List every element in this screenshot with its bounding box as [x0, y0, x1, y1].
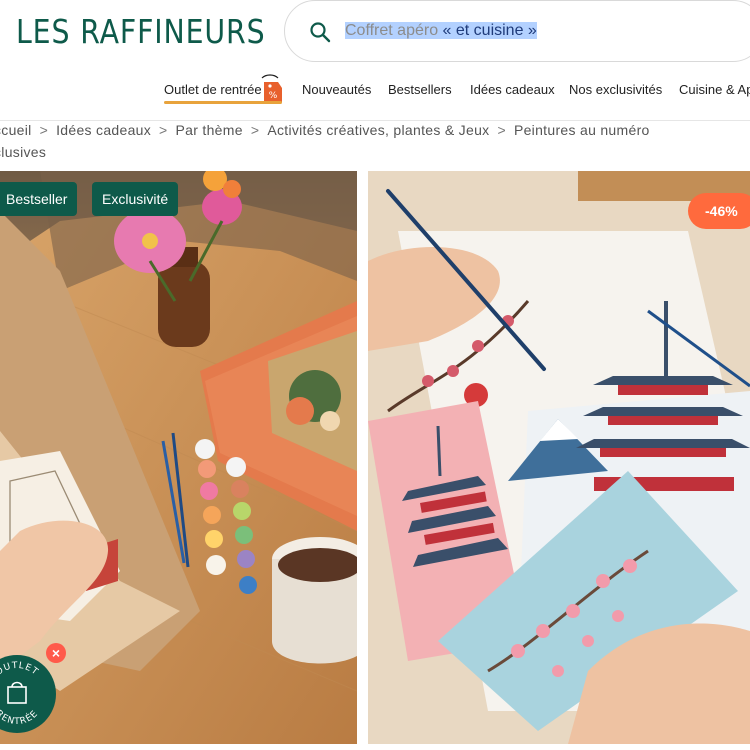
- breadcrumb-separator: >: [159, 122, 168, 138]
- nav-divider: [0, 120, 750, 121]
- discount-badge: -46%: [688, 193, 750, 229]
- svg-text:RENTRÉE: RENTRÉE: [0, 709, 41, 727]
- breadcrumb-item-par-theme[interactable]: Par thème: [176, 122, 243, 138]
- breadcrumb-separator: >: [250, 122, 260, 138]
- svg-text:OUTLET: OUTLET: [0, 661, 40, 678]
- nav-item-cuisine[interactable]: Cuisine & Ap: [679, 82, 750, 97]
- badge-exclusivite: Exclusivité: [92, 182, 179, 216]
- outlet-badge-top-text: OUTLET: [0, 661, 39, 678]
- svg-text:%: %: [269, 91, 278, 101]
- nav-active-underline: [164, 101, 282, 104]
- price-tag-icon: %: [261, 74, 282, 102]
- logo[interactable]: LES RAFFINEURS: [16, 12, 265, 51]
- close-icon[interactable]: ×: [46, 643, 66, 663]
- nav-item-idees-cadeaux[interactable]: Idées cadeaux: [470, 82, 555, 97]
- breadcrumb-item-exclusives[interactable]: clusives: [0, 144, 46, 160]
- breadcrumb-item-accueil[interactable]: ccueil: [0, 122, 32, 138]
- outlet-badge-bottom-text: RENTRÉE: [0, 709, 40, 727]
- search-icon[interactable]: [309, 21, 331, 43]
- breadcrumb-item-peintures[interactable]: Peintures au numéro: [514, 122, 650, 138]
- search-placeholder-text: Coffret apéro: [345, 22, 439, 39]
- search-typed-text: « et cuisine »: [438, 22, 537, 39]
- product-image-painting[interactable]: [368, 171, 750, 744]
- nav-item-bestsellers[interactable]: Bestsellers: [388, 82, 452, 97]
- product-photo-painting: [368, 171, 750, 744]
- nav-item-nouveautes[interactable]: Nouveautés: [302, 82, 371, 97]
- breadcrumb-item-activites[interactable]: Activités créatives, plantes & Jeux: [267, 122, 489, 138]
- breadcrumb-item-idees-cadeaux[interactable]: Idées cadeaux: [56, 122, 151, 138]
- shopping-bag-icon: [7, 681, 27, 704]
- breadcrumb-separator: >: [497, 122, 506, 138]
- main-nav: Outlet de rentrée Nouveautés Bestsellers…: [0, 82, 750, 104]
- nav-item-exclusivites[interactable]: Nos exclusivités: [569, 82, 662, 97]
- nav-item-outlet[interactable]: Outlet de rentrée: [164, 82, 262, 97]
- search-input[interactable]: Coffret apéro « et cuisine »: [345, 19, 537, 43]
- search-bar[interactable]: Coffret apéro « et cuisine »: [284, 0, 750, 62]
- outlet-rentree-badge[interactable]: OUTLET RENTRÉE: [0, 655, 56, 733]
- badge-bestseller: Bestseller: [0, 182, 78, 216]
- outlet-badge-graphic: OUTLET RENTRÉE: [0, 661, 41, 727]
- breadcrumb-separator: >: [39, 122, 49, 138]
